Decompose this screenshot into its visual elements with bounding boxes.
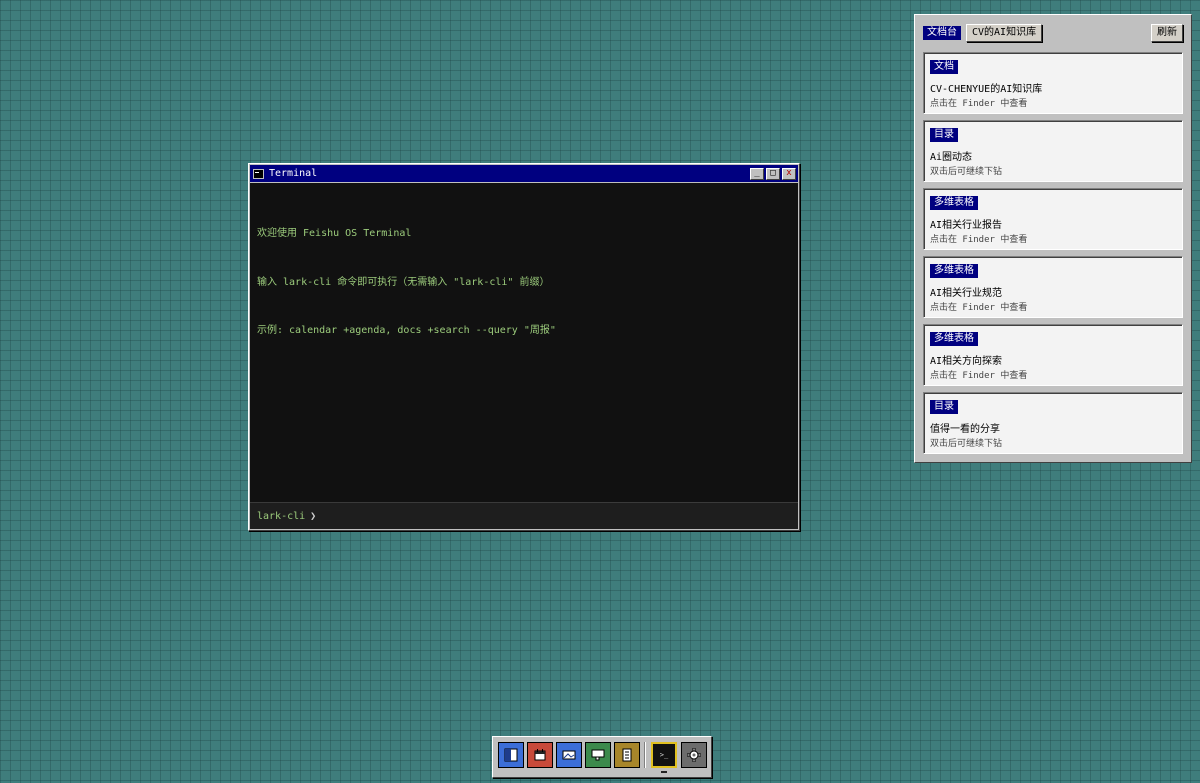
terminal-window[interactable]: Terminal _ □ x 欢迎使用 Feishu OS Terminal 输… <box>248 163 800 531</box>
panel-header: 文档台 CV的AI知识库 刷新 <box>923 23 1183 43</box>
card-title: AI相关行业报告 <box>930 220 1003 231</box>
card-type-badge: 目录 <box>930 128 958 142</box>
card-title: AI相关行业规范 <box>930 288 1003 299</box>
terminal-icon: >_ <box>659 751 669 759</box>
terminal-line: 示例: calendar +agenda, docs +search --que… <box>257 325 556 336</box>
panel-label: 文档台 <box>923 26 961 40</box>
dock-item-settings[interactable] <box>681 742 707 768</box>
dock-item-chat[interactable] <box>585 742 611 768</box>
finder-icon <box>504 748 518 762</box>
doc-card[interactable]: 文档 CV-CHENYUE的AI知识库 点击在 Finder 中查看 <box>923 52 1183 114</box>
doc-card[interactable]: 目录 值得一看的分享 双击后可继续下钻 <box>923 392 1183 454</box>
refresh-button[interactable]: 刷新 <box>1151 24 1183 42</box>
settings-icon <box>687 748 701 762</box>
doc-card[interactable]: 多维表格 AI相关行业规范 点击在 Finder 中查看 <box>923 256 1183 318</box>
dock-separator <box>644 742 646 768</box>
active-indicator <box>661 771 667 773</box>
card-title: 值得一看的分享 <box>930 424 1000 435</box>
card-hint: 点击在 Finder 中查看 <box>930 235 1028 245</box>
notes-icon <box>622 748 632 762</box>
terminal-input[interactable]: lark-cli ❯ <box>250 502 798 529</box>
card-type-badge: 目录 <box>930 400 958 414</box>
card-hint: 点击在 Finder 中查看 <box>930 303 1028 313</box>
minimize-button[interactable]: _ <box>750 167 764 180</box>
terminal-prompt: lark-cli <box>257 510 306 522</box>
doc-card[interactable]: 多维表格 AI相关行业报告 点击在 Finder 中查看 <box>923 188 1183 250</box>
terminal-titlebar[interactable]: Terminal _ □ x <box>250 165 798 182</box>
knowledge-base-button[interactable]: CV的AI知识库 <box>966 24 1043 42</box>
doc-card[interactable]: 多维表格 AI相关方向探索 点击在 Finder 中查看 <box>923 324 1183 386</box>
dock-item-terminal[interactable]: >_ <box>651 742 677 768</box>
card-title: AI相关方向探索 <box>930 356 1003 367</box>
terminal-line: 输入 lark-cli 命令即可执行（无需输入 "lark-cli" 前缀） <box>257 277 550 288</box>
terminal-line: 欢迎使用 Feishu OS Terminal <box>257 228 412 239</box>
card-hint: 点击在 Finder 中查看 <box>930 371 1028 381</box>
card-title: Ai圈动态 <box>930 152 973 163</box>
dock-item-photos[interactable] <box>556 742 582 768</box>
card-hint: 双击后可继续下钻 <box>930 167 1003 177</box>
photos-icon <box>562 750 576 760</box>
doc-panel: 文档台 CV的AI知识库 刷新 文档 CV-CHENYUE的AI知识库 点击在 … <box>914 14 1192 463</box>
dock: >_ <box>492 736 712 778</box>
close-button[interactable]: x <box>782 167 796 180</box>
terminal-title: Terminal <box>269 168 318 179</box>
card-type-badge: 文档 <box>930 60 958 74</box>
card-title: CV-CHENYUE的AI知识库 <box>930 84 1043 95</box>
terminal-app-icon <box>253 168 264 179</box>
maximize-button[interactable]: □ <box>766 167 780 180</box>
card-hint: 双击后可继续下钻 <box>930 439 1003 449</box>
dock-item-calendar[interactable] <box>527 742 553 768</box>
card-type-badge: 多维表格 <box>930 332 978 346</box>
card-type-badge: 多维表格 <box>930 196 978 210</box>
terminal-output: 欢迎使用 Feishu OS Terminal 输入 lark-cli 命令即可… <box>250 183 798 504</box>
dock-item-finder[interactable] <box>498 742 524 768</box>
card-type-badge: 多维表格 <box>930 264 978 278</box>
doc-card[interactable]: 目录 Ai圈动态 双击后可继续下钻 <box>923 120 1183 182</box>
card-hint: 点击在 Finder 中查看 <box>930 99 1028 109</box>
calendar-icon <box>534 749 546 761</box>
chat-icon <box>591 749 605 761</box>
prompt-arrow-icon: ❯ <box>310 510 317 522</box>
dock-item-notes[interactable] <box>614 742 640 768</box>
